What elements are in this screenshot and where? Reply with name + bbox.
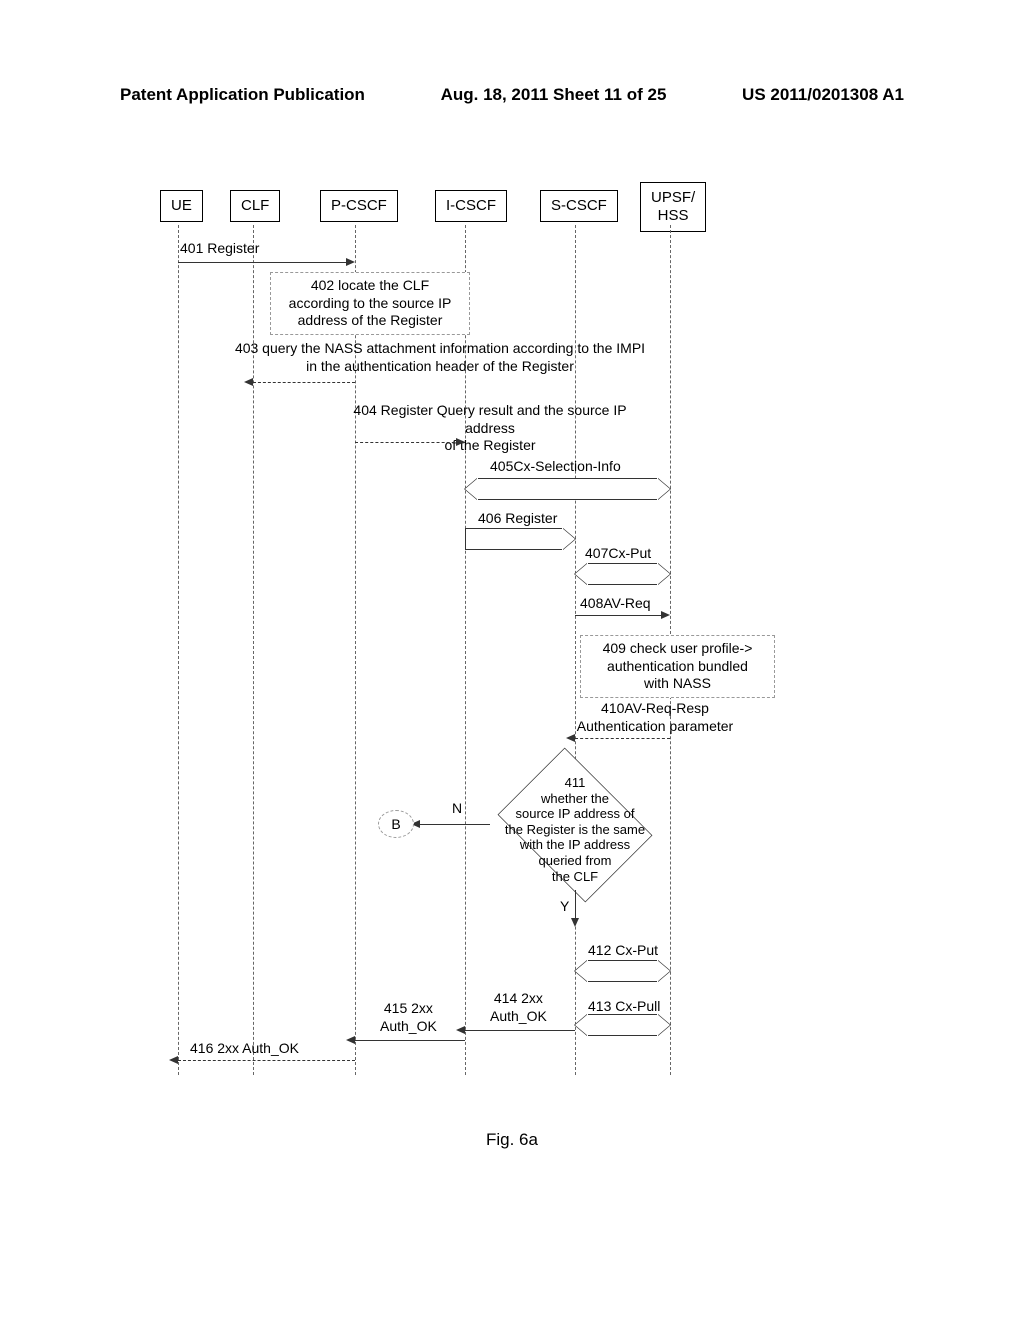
- msg-405: 405Cx-Selection-Info: [490, 458, 621, 476]
- header-right: US 2011/0201308 A1: [742, 85, 904, 105]
- hex-412: [575, 960, 670, 982]
- msg-415: 415 2xx Auth_OK: [380, 1000, 437, 1035]
- actor-upsf: UPSF/ HSS: [640, 182, 706, 232]
- arrow-416: [178, 1060, 355, 1061]
- header-left: Patent Application Publication: [120, 85, 365, 105]
- marker-y: Y: [560, 898, 569, 914]
- terminal-b: B: [378, 810, 414, 838]
- arrow-415: [355, 1040, 465, 1041]
- arrow-401: [178, 262, 346, 263]
- arrow-head-414: [456, 1026, 465, 1034]
- arrow-head-415: [346, 1036, 355, 1044]
- hex-405: [465, 478, 670, 500]
- msg-414: 414 2xx Auth_OK: [490, 990, 547, 1025]
- msg-416: 416 2xx Auth_OK: [190, 1040, 299, 1058]
- arrow-n: [420, 824, 490, 825]
- arrow-head-416: [169, 1056, 178, 1064]
- arrow-head-y: [571, 918, 579, 927]
- arrow-head-401: [346, 258, 355, 266]
- decision-411: 411 whether the source IP address of the…: [490, 760, 660, 890]
- actor-scscf: S-CSCF: [540, 190, 618, 222]
- actor-upsf-label: UPSF/ HSS: [651, 189, 695, 224]
- arrow-head-404: [456, 438, 465, 446]
- actor-clf: CLF: [230, 190, 280, 222]
- hex-406: [465, 528, 575, 550]
- note-402: 402 locate the CLF according to the sour…: [270, 272, 470, 335]
- actor-icscf: I-CSCF: [435, 190, 507, 222]
- vline-y: [575, 890, 576, 920]
- lifeline-ue: [178, 225, 179, 1075]
- msg-410: 410AV-Req-Resp Authentication parameter: [565, 700, 745, 735]
- msg-412: 412 Cx-Put: [588, 942, 658, 960]
- msg-401: 401 Register: [180, 240, 259, 258]
- arrow-404: [355, 442, 465, 443]
- actor-pcscf: P-CSCF: [320, 190, 398, 222]
- arrow-head-403: [244, 378, 253, 386]
- msg-404: 404 Register Query result and the source…: [330, 402, 650, 455]
- arrow-414: [465, 1030, 575, 1031]
- hex-407: [575, 563, 670, 585]
- arrow-408: [575, 615, 661, 616]
- figure-caption: Fig. 6a: [0, 1130, 1024, 1150]
- actor-ue: UE: [160, 190, 203, 222]
- arrow-head-410: [566, 734, 575, 742]
- marker-n: N: [452, 800, 462, 816]
- msg-413: 413 Cx-Pull: [588, 998, 660, 1016]
- hex-413: [575, 1014, 670, 1036]
- arrow-410: [575, 738, 670, 739]
- msg-408: 408AV-Req: [580, 595, 651, 613]
- sequence-diagram: UE CLF P-CSCF I-CSCF S-CSCF UPSF/ HSS 40…: [160, 190, 880, 1090]
- decision-411-text: 411 whether the source IP address of the…: [485, 775, 665, 884]
- arrow-403: [253, 382, 355, 383]
- msg-407: 407Cx-Put: [585, 545, 651, 563]
- arrow-head-408: [661, 611, 670, 619]
- msg-403: 403 query the NASS attachment informatio…: [200, 340, 680, 375]
- terminal-b-label: B: [391, 816, 400, 832]
- header-center: Aug. 18, 2011 Sheet 11 of 25: [441, 85, 667, 105]
- page-header: Patent Application Publication Aug. 18, …: [120, 85, 904, 105]
- note-409: 409 check user profile-> authentication …: [580, 635, 775, 698]
- msg-406: 406 Register: [478, 510, 557, 528]
